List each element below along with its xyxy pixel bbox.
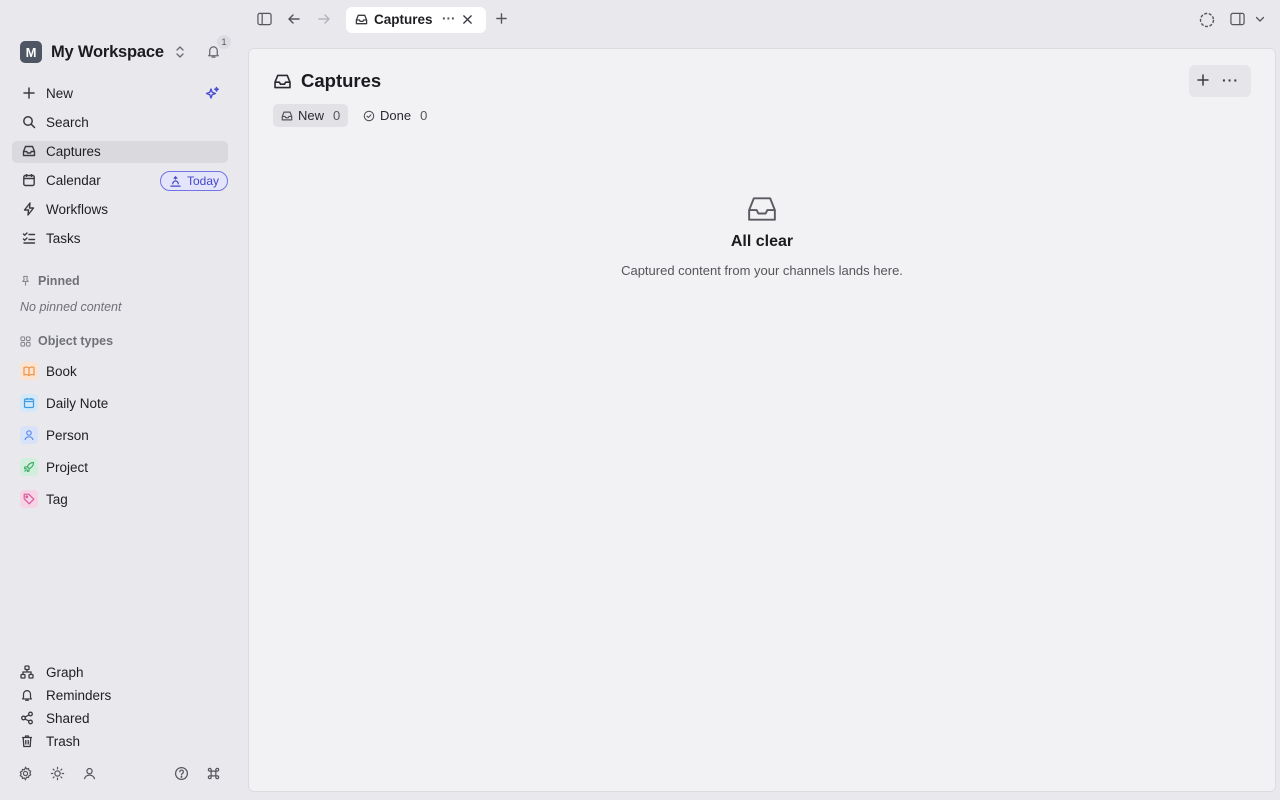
- bolt-icon: [22, 202, 36, 216]
- nav-trash-label: Trash: [46, 733, 81, 749]
- inbox-icon: [355, 13, 368, 26]
- object-type-person-label: Person: [46, 427, 89, 443]
- filter-done-count: 0: [420, 108, 428, 123]
- pinned-empty-text: No pinned content: [20, 300, 122, 314]
- object-type-tag[interactable]: Tag: [20, 489, 68, 509]
- empty-state: All clear Captured content from your cha…: [249, 195, 1275, 278]
- nav-new-label: New: [46, 86, 74, 101]
- new-tab-plus-icon[interactable]: [495, 12, 508, 25]
- nav-trash[interactable]: Trash: [20, 732, 80, 750]
- nav-tasks[interactable]: Tasks: [12, 228, 228, 250]
- nav-shared[interactable]: Shared: [20, 709, 90, 727]
- account-person-icon[interactable]: [82, 766, 97, 781]
- workspace-switcher[interactable]: M My Workspace 1: [20, 35, 232, 64]
- chevron-up-down-icon[interactable]: [174, 45, 186, 59]
- empty-state-subtitle: Captured content from your channels land…: [621, 263, 903, 278]
- object-type-book[interactable]: Book: [20, 361, 77, 381]
- object-type-tag-label: Tag: [46, 491, 68, 507]
- checklist-icon: [22, 231, 36, 245]
- add-capture-plus-icon[interactable]: [1196, 73, 1210, 87]
- sidebar-toggle-icon[interactable]: [257, 12, 272, 26]
- nav-graph[interactable]: Graph: [20, 663, 84, 681]
- nav-graph-label: Graph: [46, 664, 84, 680]
- sync-status-icon[interactable]: [1199, 12, 1215, 28]
- workspace-name: My Workspace: [51, 42, 164, 61]
- sidebar: M My Workspace 1 New Search Captures Cal…: [0, 0, 240, 800]
- today-button[interactable]: Today: [160, 171, 228, 191]
- tab-captures[interactable]: Captures ···: [346, 7, 486, 33]
- nav-reminders[interactable]: Reminders: [20, 686, 111, 704]
- check-circle-icon: [363, 110, 375, 121]
- pin-icon: [22, 275, 29, 286]
- page-header: Captures: [273, 69, 381, 93]
- top-bar: Captures ···: [248, 0, 1280, 44]
- command-icon[interactable]: [206, 766, 221, 781]
- sidebar-footer: [18, 766, 228, 782]
- nav-search-label: Search: [46, 115, 89, 130]
- search-icon: [22, 115, 36, 129]
- filter-new-label: New: [298, 108, 325, 123]
- nav-tasks-label: Tasks: [46, 231, 81, 246]
- nav-search[interactable]: Search: [12, 112, 228, 134]
- nav-shared-label: Shared: [46, 710, 90, 726]
- graph-icon: [20, 665, 34, 679]
- back-arrow-icon[interactable]: [287, 12, 301, 26]
- inbox-icon: [22, 144, 36, 158]
- nav-calendar[interactable]: Calendar Today: [12, 170, 228, 192]
- ai-sparkle-icon[interactable]: [204, 86, 220, 102]
- object-type-person[interactable]: Person: [20, 425, 89, 445]
- workspace-avatar: M: [20, 41, 42, 63]
- grid-icon: [20, 335, 31, 347]
- sun-icon[interactable]: [50, 766, 65, 781]
- nav-captures[interactable]: Captures: [12, 141, 228, 163]
- object-type-project[interactable]: Project: [20, 457, 88, 477]
- empty-inbox-icon: [747, 195, 777, 223]
- page-title: Captures: [301, 70, 382, 91]
- nav-workflows[interactable]: Workflows: [12, 199, 228, 221]
- today-label: Today: [187, 174, 220, 188]
- nav-workflows-label: Workflows: [46, 202, 109, 217]
- close-icon[interactable]: [462, 14, 473, 25]
- empty-state-title: All clear: [730, 233, 794, 250]
- nav-calendar-label: Calendar: [46, 173, 101, 188]
- calendar-icon: [22, 173, 36, 187]
- rocket-icon: [20, 458, 38, 476]
- object-types-section-heading[interactable]: Object types: [20, 333, 113, 349]
- object-type-book-label: Book: [46, 363, 77, 379]
- filter-done-label: Done: [380, 108, 412, 123]
- filter-new-count: 0: [333, 108, 341, 123]
- tab-more-icon[interactable]: ···: [442, 11, 456, 26]
- gear-icon[interactable]: [18, 766, 33, 781]
- filter-done[interactable]: Done 0: [355, 104, 435, 127]
- filter-new[interactable]: New 0: [273, 104, 349, 127]
- object-type-project-label: Project: [46, 459, 89, 475]
- inbox-icon: [281, 111, 293, 120]
- chevron-down-icon[interactable]: [1255, 15, 1265, 23]
- pinned-heading-label: Pinned: [38, 274, 80, 288]
- nav-captures-label: Captures: [46, 144, 101, 159]
- tag-icon: [20, 490, 38, 508]
- book-icon: [20, 362, 38, 380]
- nav-new[interactable]: New: [12, 83, 228, 105]
- bell-icon: [22, 690, 32, 701]
- trash-icon: [22, 735, 32, 748]
- daily-note-calendar-icon: [20, 394, 38, 412]
- main-panel: Captures ··· New 0 Done 0 All clear Capt…: [248, 48, 1276, 792]
- tab-captures-label: Captures: [374, 12, 433, 27]
- help-icon[interactable]: [174, 766, 189, 781]
- notification-count-badge: 1: [217, 35, 231, 49]
- more-options-icon[interactable]: ···: [1222, 72, 1239, 88]
- share-icon: [21, 711, 33, 725]
- person-icon: [20, 426, 38, 444]
- plus-icon: [22, 86, 36, 100]
- header-actions: ···: [1189, 65, 1251, 97]
- forward-arrow-icon[interactable]: [317, 12, 331, 26]
- object-type-daily-note-label: Daily Note: [46, 395, 109, 411]
- object-types-heading-label: Object types: [38, 334, 114, 348]
- object-type-daily-note[interactable]: Daily Note: [20, 393, 108, 413]
- nav-reminders-label: Reminders: [46, 687, 112, 703]
- pinned-section-heading[interactable]: Pinned: [20, 273, 80, 289]
- right-panel-toggle-icon[interactable]: [1230, 12, 1245, 26]
- inbox-icon: [274, 74, 291, 88]
